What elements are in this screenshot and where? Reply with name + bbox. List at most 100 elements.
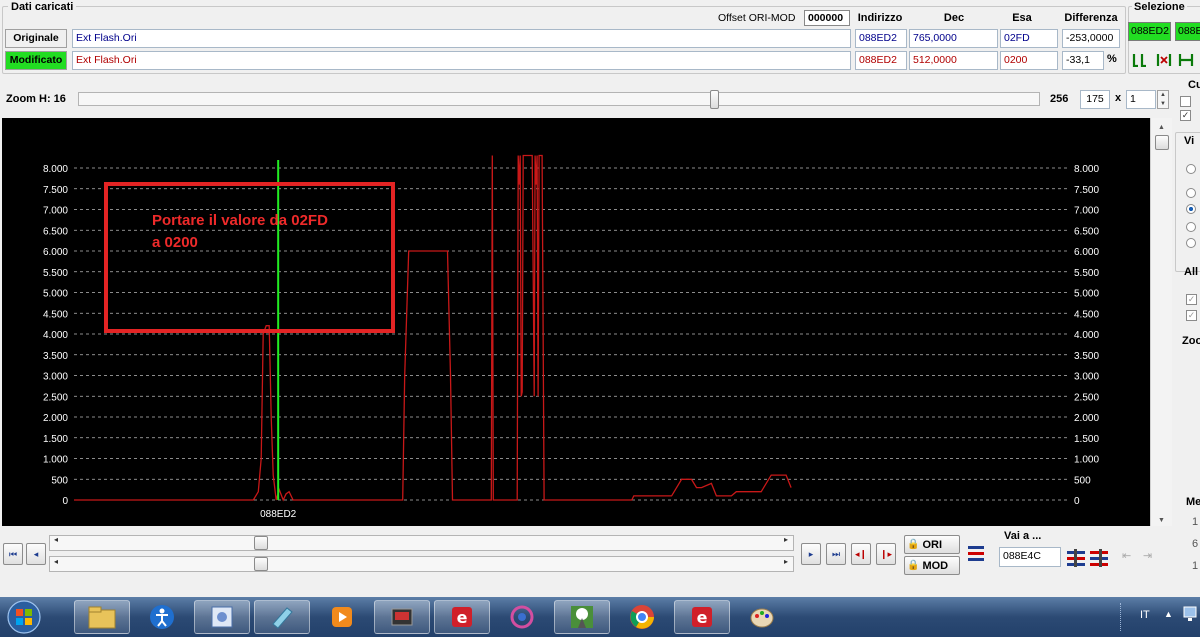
explorer-icon[interactable]: [74, 600, 130, 634]
zoom-slider-thumb[interactable]: [710, 90, 719, 109]
all-checkbox-2[interactable]: ✓: [1186, 310, 1197, 321]
horizontal-scroll-lower[interactable]: [49, 556, 794, 572]
originale-indirizzo-field[interactable]: 088ED2: [855, 29, 907, 48]
y-tick-label-left: 4.000: [43, 330, 68, 341]
go-last-icon[interactable]: ⏭: [826, 543, 846, 565]
tray-expand-icon[interactable]: ▲: [1164, 609, 1173, 619]
modificato-dec-field[interactable]: 512,0000: [909, 51, 998, 70]
view-radio-3[interactable]: [1186, 204, 1196, 214]
scroll-thumb[interactable]: [1154, 135, 1169, 150]
goto-mod-icon[interactable]: [1089, 549, 1109, 567]
y-tick-label-right: 4.500: [1074, 309, 1099, 320]
ecu-app-icon-2[interactable]: e: [674, 600, 730, 634]
all-checkbox-1[interactable]: ✓: [1186, 294, 1197, 305]
next-diff-icon[interactable]: ❙▸: [876, 543, 896, 565]
select-range-icon[interactable]: [1130, 50, 1150, 70]
scroll-down-icon[interactable]: ▼: [1151, 517, 1172, 524]
notepad-icon[interactable]: [254, 600, 310, 634]
cursor-address-label: 088ED2: [260, 509, 297, 520]
zoom-spinner[interactable]: ▲ ▼: [1157, 90, 1169, 109]
view-radio-1[interactable]: [1186, 164, 1196, 174]
annotation-text-line1: Portare il valore da 02FD: [152, 212, 328, 229]
zoom-multiplier-field[interactable]: 1: [1126, 90, 1156, 109]
go-first-icon[interactable]: ⏮: [3, 543, 23, 565]
originale-dec-field[interactable]: 765,0000: [909, 29, 998, 48]
y-tick-label-right: 6.000: [1074, 247, 1099, 258]
y-tick-label-right: 2.000: [1074, 413, 1099, 424]
horizontal-scroll-upper-thumb[interactable]: [254, 536, 268, 550]
go-next-icon[interactable]: ▸: [801, 543, 821, 565]
select-mark-icon[interactable]: [1154, 50, 1174, 70]
view-radio-4[interactable]: [1186, 222, 1196, 232]
originale-file-field[interactable]: Ext Flash.Ori: [72, 29, 851, 48]
scroll-left-icon[interactable]: ◂: [54, 535, 58, 544]
view-radio-5[interactable]: [1186, 238, 1196, 248]
chrome-icon[interactable]: [614, 600, 670, 634]
horizontal-scroll-upper[interactable]: [49, 535, 794, 551]
hex-chart[interactable]: 8.000 8.000 7.500 7.500 7.000 7.000 6.500 6.500…: [2, 118, 1150, 526]
go-prev-icon[interactable]: ◂: [26, 543, 46, 565]
chart-vertical-scrollbar[interactable]: ▲ ▼: [1150, 118, 1172, 526]
selection-start-field[interactable]: 088ED2: [1128, 22, 1171, 41]
control-panel-icon[interactable]: [194, 600, 250, 634]
scroll-right-icon-2[interactable]: ▸: [784, 557, 788, 566]
compare-icon[interactable]: [966, 544, 986, 564]
scroll-right-icon[interactable]: ▸: [784, 535, 788, 544]
option-checkbox-2[interactable]: ✓: [1180, 110, 1191, 121]
mod-button[interactable]: 🔒 MOD: [904, 556, 960, 575]
svg-text:e: e: [457, 608, 468, 627]
y-tick-label-right: 6.500: [1074, 226, 1099, 237]
annotation-text-line2: a 0200: [152, 234, 198, 251]
modificato-differenza-field[interactable]: -33,1: [1062, 51, 1104, 70]
offset-field[interactable]: 000000: [804, 10, 850, 26]
y-tick-label-left: 0: [62, 496, 68, 507]
zoom-slider-track[interactable]: [78, 92, 1040, 106]
annotation-box: [104, 182, 395, 333]
sync-left-icon[interactable]: ⇤: [1122, 549, 1138, 567]
ori-button-label: ORI: [922, 538, 943, 551]
originale-esa-field[interactable]: 02FD: [1000, 29, 1058, 48]
originale-differenza-field[interactable]: -253,0000: [1062, 29, 1120, 48]
modificato-indirizzo-field[interactable]: 088ED2: [855, 51, 907, 70]
header-differenza: Differenza: [1064, 12, 1118, 24]
option-checkbox-1[interactable]: [1180, 96, 1191, 107]
network-tray-icon[interactable]: [1182, 605, 1198, 625]
start-button-icon[interactable]: [4, 599, 44, 635]
scroll-left-icon-2[interactable]: ◂: [54, 557, 58, 566]
ecu-app-icon[interactable]: e: [434, 600, 490, 634]
sync-right-icon[interactable]: ⇥: [1143, 549, 1159, 567]
y-tick-label-left: 5.000: [43, 289, 68, 300]
select-expand-icon[interactable]: [1176, 50, 1196, 70]
me-value-2: 6: [1192, 538, 1199, 550]
selection-end-field[interactable]: 088E: [1175, 22, 1200, 41]
y-tick-label-left: 2.500: [43, 392, 68, 403]
paint-icon[interactable]: [734, 600, 790, 634]
chart-svg[interactable]: 8.000 8.000 7.500 7.500 7.000 7.000 6.500 6.500…: [2, 118, 1150, 526]
percent-toggle[interactable]: %: [1107, 53, 1117, 65]
horizontal-scroll-lower-thumb[interactable]: [254, 557, 268, 571]
tool-app-icon[interactable]: [374, 600, 430, 634]
view-radio-2[interactable]: [1186, 188, 1196, 198]
y-tick-label-left: 1.000: [43, 455, 68, 466]
network-app-icon[interactable]: [494, 600, 550, 634]
ori-button[interactable]: 🔒 ORI: [904, 535, 960, 554]
y-tick-label-left: 500: [51, 475, 68, 486]
y-tick-label-left: 8.000: [43, 164, 68, 175]
y-tick-label-right: 3.000: [1074, 372, 1099, 383]
modificato-esa-field[interactable]: 0200: [1000, 51, 1058, 70]
accessibility-icon[interactable]: [134, 600, 190, 634]
modificato-file-field[interactable]: Ext Flash.Ori: [72, 51, 851, 70]
all-label: All: [1184, 266, 1199, 278]
road-app-icon[interactable]: [554, 600, 610, 634]
scroll-up-icon[interactable]: ▲: [1151, 124, 1172, 131]
goto-ori-icon[interactable]: [1066, 549, 1086, 567]
header-indirizzo: Indirizzo: [857, 12, 903, 24]
selection-title: Selezione: [1132, 1, 1187, 13]
goto-field[interactable]: 088E4C: [999, 547, 1061, 567]
loaded-data-panel: Dati caricati Offset ORI-MOD 000000 Indi…: [0, 0, 1200, 78]
language-indicator[interactable]: IT: [1140, 609, 1150, 621]
media-player-icon[interactable]: [314, 600, 370, 634]
zoom-value-field[interactable]: 175: [1080, 90, 1110, 109]
y-tick-label-right: 1.000: [1074, 455, 1099, 466]
prev-diff-icon[interactable]: ◂❙: [851, 543, 871, 565]
